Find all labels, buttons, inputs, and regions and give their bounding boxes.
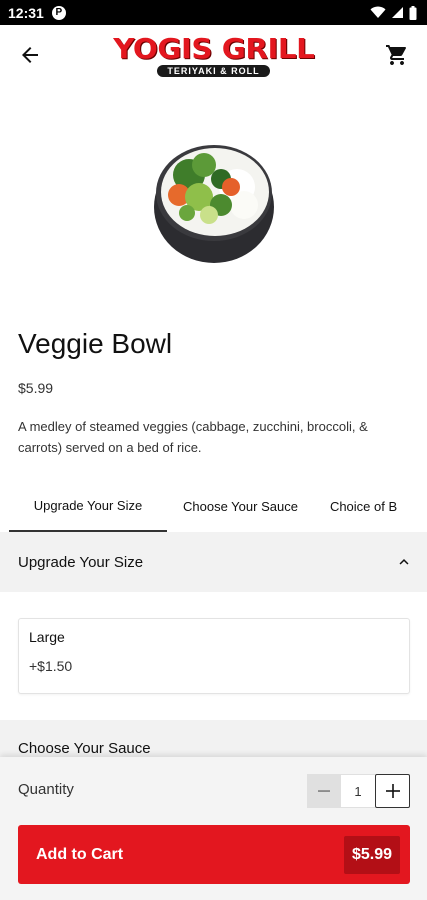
product-description: A medley of steamed veggies (cabbage, zu…: [18, 419, 368, 455]
status-right: [370, 5, 417, 20]
status-bar: 12:31 P: [0, 0, 427, 25]
brand-logo: YOGIS GRILL TERIYAKI & ROLL: [113, 33, 315, 77]
status-left: 12:31 P: [8, 5, 66, 21]
order-panel: Quantity 1 Add to Cart $5.99: [0, 757, 427, 900]
upgrade-size-header[interactable]: Upgrade Your Size: [0, 532, 427, 592]
add-to-cart-label: Add to Cart: [36, 845, 124, 863]
quantity-value[interactable]: 1: [341, 774, 375, 808]
notification-app-icon: P: [51, 5, 66, 20]
plus-icon: [385, 784, 400, 798]
chevron-up-icon: [399, 559, 409, 565]
product-title: Veggie Bowl: [18, 328, 173, 359]
decrement-button[interactable]: [307, 774, 341, 808]
quantity-label: Quantity: [18, 781, 74, 798]
tab-choose-your-sauce[interactable]: Choose Your Sauce: [167, 480, 314, 532]
tab-choice-of-b[interactable]: Choice of B: [314, 480, 413, 532]
app-bar: YOGIS GRILL TERIYAKI & ROLL: [0, 25, 427, 85]
upgrade-size-options: Large +$1.50: [0, 592, 427, 720]
choose-sauce-title: Choose Your Sauce: [18, 740, 151, 757]
product-price: $5.99: [18, 380, 54, 396]
logo-sub-text: TERIYAKI & ROLL: [157, 64, 270, 77]
battery-icon: [409, 5, 417, 20]
minus-icon: [318, 790, 330, 792]
veggie-bowl-image: [153, 145, 274, 263]
arrow-back-icon: [22, 47, 38, 63]
shopping-cart-icon: [385, 45, 406, 65]
wifi-icon: [370, 6, 386, 18]
quantity-stepper: 1: [307, 774, 410, 808]
add-to-cart-button[interactable]: Add to Cart $5.99: [18, 825, 410, 884]
tab-upgrade-your-size[interactable]: Upgrade Your Size: [9, 480, 167, 532]
option-card-large[interactable]: Large +$1.50: [18, 618, 410, 694]
option-name: Large: [29, 629, 65, 645]
status-time: 12:31: [8, 4, 44, 21]
product-image-area: [0, 85, 427, 315]
logo-main-text: YOGIS GRILL: [112, 31, 315, 65]
option-price: +$1.50: [29, 658, 73, 674]
signal-icon: [392, 7, 403, 18]
add-to-cart-total: $5.99: [343, 835, 400, 874]
cart-button[interactable]: [381, 39, 413, 71]
back-button[interactable]: [14, 39, 46, 71]
increment-button[interactable]: [375, 774, 410, 808]
option-tabs: Upgrade Your Size Choose Your Sauce Choi…: [0, 480, 427, 532]
upgrade-size-title: Upgrade Your Size: [18, 553, 144, 571]
